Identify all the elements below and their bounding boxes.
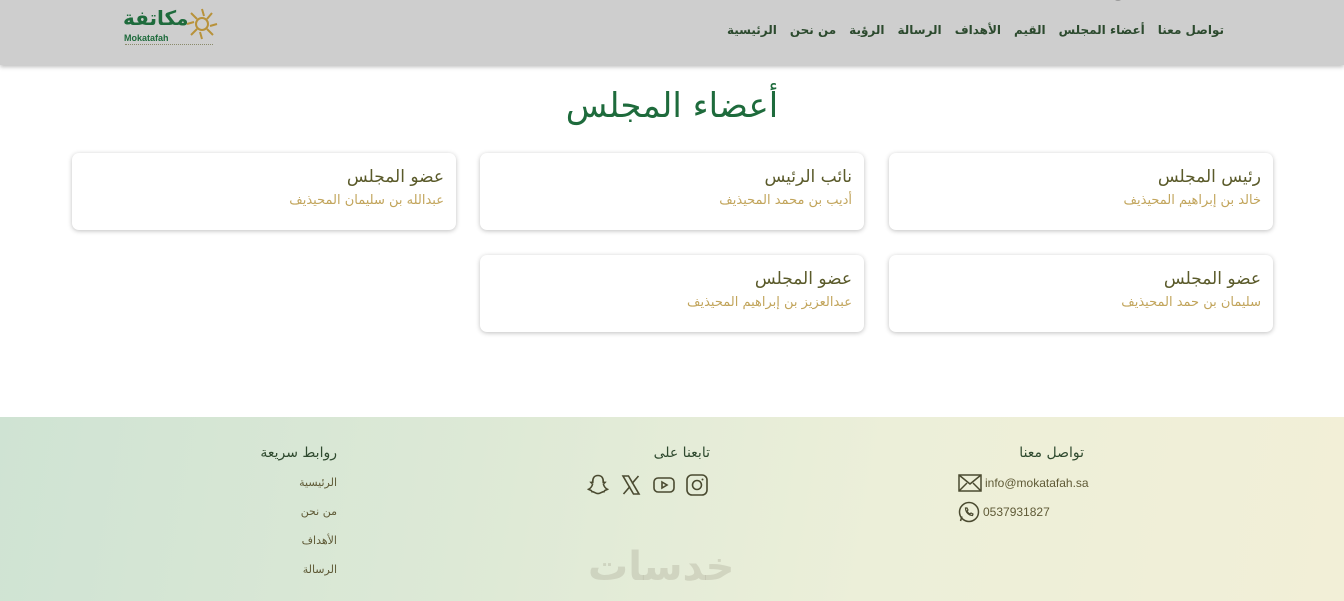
member-name: سليمان بن حمد المحيذيف (1121, 295, 1261, 310)
member-card: نائب الرئيس أديب بن محمد المحيذيف (480, 153, 864, 230)
footer-email-text: info@mokatafah.sa (985, 476, 1089, 490)
footer-contact-heading: تواصل معنا (1019, 445, 1084, 461)
footer-links-heading: روابط سريعة (260, 445, 337, 461)
snapchat-icon[interactable] (586, 473, 610, 497)
nav-item-contact[interactable]: تواصل معنا (1158, 23, 1224, 37)
member-card: عضو المجلس سليمان بن حمد المحيذيف (889, 255, 1273, 332)
member-role: نائب الرئيس (764, 167, 852, 187)
member-name: أديب بن محمد المحيذيف (719, 193, 852, 208)
member-card: رئيس المجلس خالد بن إبراهيم المحيذيف (889, 153, 1273, 230)
footer-watermark: خدسات (588, 544, 735, 590)
footer-link-home[interactable]: الرئيسية (299, 476, 337, 489)
member-role: عضو المجلس (1163, 269, 1261, 289)
member-role: رئيس المجلس (1157, 167, 1261, 187)
member-role: عضو المجلس (754, 269, 852, 289)
footer-phone[interactable]: 0537931827 (958, 501, 1050, 523)
main-nav: الرئيسية من نحن الرؤية الرسالة الأهداف ا… (727, 23, 1224, 37)
site-header: مكاتفة Mokatafah الرئيسية من نحن الرؤية … (0, 0, 1344, 65)
member-name: خالد بن إبراهيم المحيذيف (1123, 193, 1261, 208)
mail-icon (958, 474, 982, 492)
footer-phone-text: 0537931827 (983, 505, 1050, 519)
nav-item-goals[interactable]: الأهداف (955, 23, 1001, 37)
logo-english-text: Mokatafah (124, 33, 169, 43)
footer-link-mission[interactable]: الرسالة (303, 563, 337, 576)
header-decoration (1113, 0, 1123, 1)
member-card: عضو المجلس عبدالعزيز بن إبراهيم المحيذيف (480, 255, 864, 332)
logo-emblem-icon (186, 8, 218, 40)
member-card: عضو المجلس عبدالله بن سليمان المحيذيف (72, 153, 456, 230)
page-title: أعضاء المجلس (565, 86, 779, 126)
member-name: عبدالعزيز بن إبراهيم المحيذيف (687, 295, 852, 310)
footer-link-about[interactable]: من نحن (301, 505, 337, 518)
footer-email[interactable]: info@mokatafah.sa (958, 474, 1089, 492)
x-icon[interactable] (619, 473, 643, 497)
logo-tagline-line (125, 44, 213, 47)
site-logo[interactable]: مكاتفة Mokatafah (123, 6, 219, 52)
nav-item-values[interactable]: القيم (1014, 23, 1046, 37)
nav-item-board[interactable]: أعضاء المجلس (1059, 23, 1145, 37)
logo-arabic-text: مكاتفة (123, 6, 189, 30)
member-role: عضو المجلس (346, 167, 444, 187)
nav-item-vision[interactable]: الرؤية (849, 23, 884, 37)
nav-item-mission[interactable]: الرسالة (898, 23, 942, 37)
nav-item-about[interactable]: من نحن (790, 23, 836, 37)
instagram-icon[interactable] (685, 473, 709, 497)
member-name: عبدالله بن سليمان المحيذيف (289, 193, 444, 208)
footer-follow-heading: تابعنا على (653, 445, 710, 461)
social-links (586, 473, 709, 497)
youtube-icon[interactable] (652, 473, 676, 497)
nav-item-home[interactable]: الرئيسية (727, 23, 777, 37)
footer-link-goals[interactable]: الأهداف (302, 534, 337, 547)
whatsapp-icon (958, 501, 980, 523)
